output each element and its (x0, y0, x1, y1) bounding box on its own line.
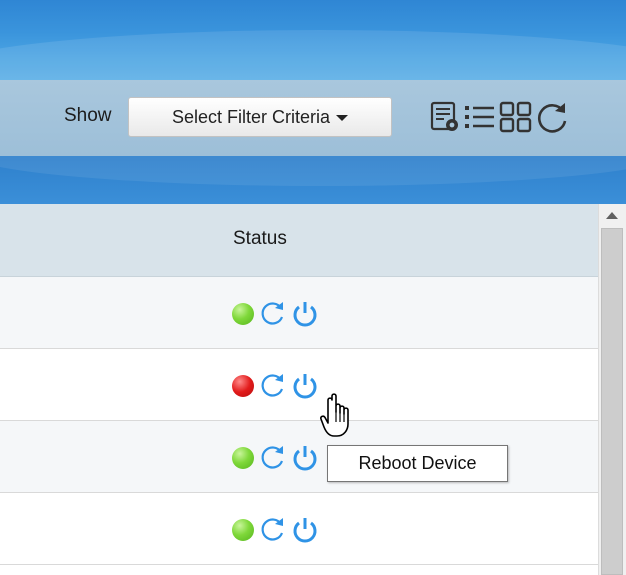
refresh-device-icon[interactable] (258, 299, 288, 329)
header-decoration (0, 30, 626, 80)
band-decoration (0, 156, 626, 186)
filter-criteria-label: Select Filter Criteria (171, 106, 331, 127)
status-online-indicator (232, 303, 254, 325)
list-view-icon[interactable] (462, 99, 498, 135)
filter-criteria-dropdown[interactable]: Select Filter Criteria (128, 97, 392, 137)
power-icon[interactable] (290, 299, 320, 329)
device-table: Status (0, 204, 598, 565)
table-row (0, 277, 598, 349)
status-online-indicator (232, 519, 254, 541)
status-online-indicator (232, 447, 254, 469)
status-offline-indicator (232, 375, 254, 397)
reboot-device-tooltip: Reboot Device (327, 445, 508, 482)
app-header (0, 0, 626, 80)
grid-view-icon[interactable] (498, 99, 534, 135)
header-band (0, 156, 626, 204)
table-header: Status (0, 204, 598, 277)
hand-cursor-icon (320, 393, 349, 437)
refresh-device-icon[interactable] (258, 371, 288, 401)
refresh-device-icon[interactable] (258, 515, 288, 545)
power-icon[interactable] (290, 515, 320, 545)
view-details-icon[interactable] (428, 99, 464, 135)
power-icon[interactable] (290, 371, 320, 401)
refresh-device-icon[interactable] (258, 443, 288, 473)
scroll-up-arrow-icon[interactable] (606, 212, 618, 219)
show-label: Show (64, 105, 112, 126)
table-row (0, 421, 598, 493)
chevron-down-icon (336, 115, 349, 121)
scrollbar-thumb[interactable] (601, 228, 623, 575)
status-column-header[interactable]: Status (233, 228, 287, 250)
refresh-icon[interactable] (534, 99, 570, 135)
table-row (0, 493, 598, 565)
toolbar: Show Select Filter Criteria (0, 80, 626, 156)
power-icon[interactable] (290, 443, 320, 473)
vertical-scrollbar[interactable] (598, 204, 626, 575)
table-row (0, 349, 598, 421)
